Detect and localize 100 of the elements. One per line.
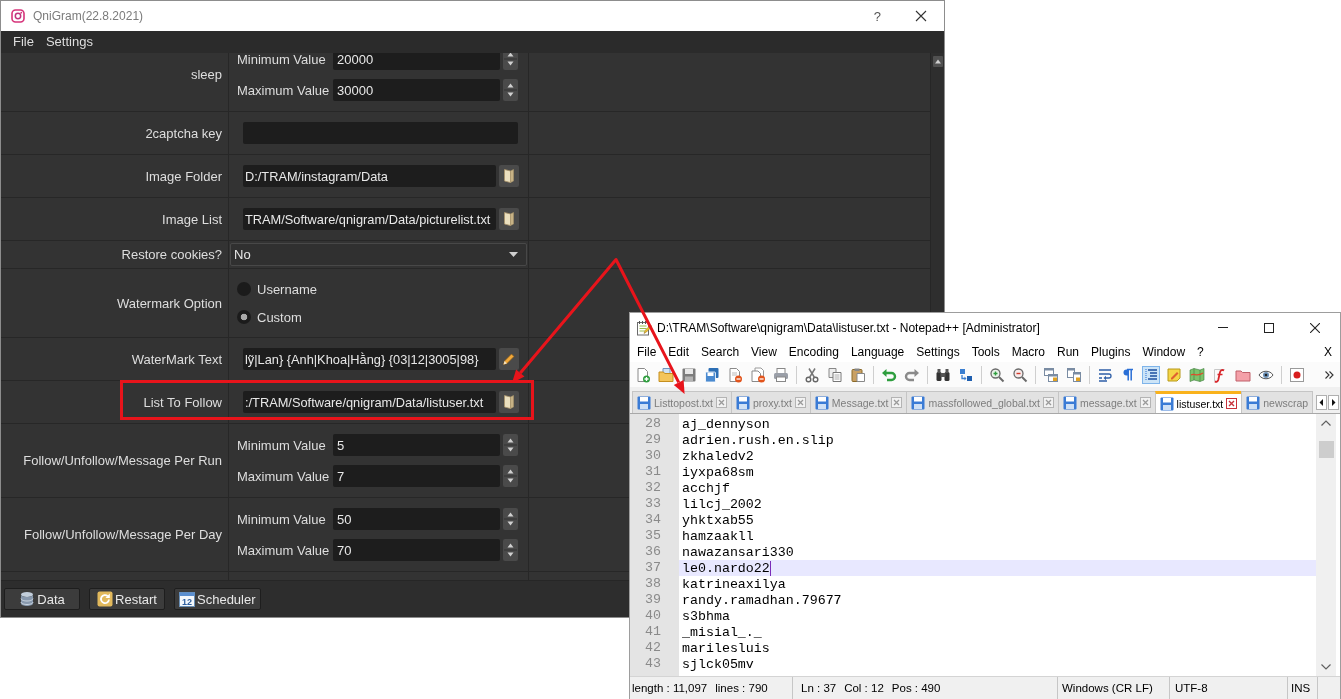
zoom-out-icon[interactable] (1011, 365, 1029, 384)
line-number: 28 (644, 416, 662, 432)
line-number: 40 (644, 608, 662, 624)
number-field[interactable]: 7 (333, 465, 500, 487)
spin-arrows-icon[interactable] (503, 53, 518, 70)
menu-item[interactable]: Settings (39, 33, 99, 51)
menu-item[interactable]: Plugins (1085, 345, 1137, 359)
menu-item[interactable]: Window (1136, 345, 1192, 359)
menu-item[interactable]: File (7, 33, 40, 51)
spin-arrows-icon[interactable] (503, 79, 518, 101)
setting-label: List To Follow (143, 394, 222, 410)
setting-label: 2captcha key (145, 125, 222, 141)
menu-item[interactable]: Language (844, 345, 911, 359)
scroll-thumb[interactable] (1318, 441, 1334, 458)
field-label: Minimum Value (237, 511, 327, 527)
menu-item[interactable]: Search (695, 345, 746, 359)
line-number: 38 (644, 576, 662, 592)
editor-line: yhktxab55 (682, 512, 754, 528)
help-button[interactable]: ? (870, 8, 884, 24)
database-icon (19, 591, 36, 607)
field-label: Minimum Value (237, 437, 327, 453)
number-field[interactable]: 50 (333, 508, 500, 530)
menu-item[interactable]: Run (1051, 345, 1086, 359)
close-icon[interactable] (915, 10, 927, 22)
line-number: 41 (644, 624, 662, 640)
line-number: 36 (644, 544, 662, 560)
setting-label: Image Folder (145, 168, 222, 184)
setting-label: Follow/Unfollow/Message Per Day (24, 527, 222, 542)
menu-item[interactable]: Encoding (782, 345, 845, 359)
number-field[interactable]: 20000 (333, 53, 500, 70)
editor-line: zkhaledv2 (682, 448, 754, 464)
menu-item[interactable]: Macro (1005, 345, 1051, 359)
sticky-note-icon[interactable] (1165, 365, 1183, 384)
map-icon[interactable] (1188, 365, 1206, 384)
radio-button[interactable] (237, 282, 251, 296)
path-field[interactable]: TRAM/Software/qnigram/Data/picturelist.txt (243, 208, 496, 230)
path-field[interactable]: :/TRAM/Software/qnigram/Data/listuser.txt (243, 391, 496, 413)
close-tab-icon[interactable] (1226, 398, 1238, 409)
browse-button[interactable] (499, 165, 519, 187)
status-text: Ln : 37 (801, 682, 837, 694)
indent-guide-icon[interactable] (1142, 365, 1160, 384)
editor-line: marilesluis (682, 640, 770, 656)
double-chevron-icon[interactable] (1325, 370, 1334, 379)
editor-line: nawazansari330 (682, 544, 794, 560)
setting-label: Restore cookies? (121, 247, 222, 262)
printer-icon[interactable] (772, 365, 790, 384)
scheduler-button[interactable]: 12 Scheduler (174, 588, 261, 610)
file-tab[interactable]: listuser.txt (1154, 391, 1243, 413)
record-icon[interactable] (1288, 365, 1306, 384)
scrollbar[interactable] (1316, 414, 1336, 676)
radio-button[interactable] (237, 310, 251, 324)
data-button[interactable]: Data (4, 588, 80, 610)
number-field[interactable]: 5 (333, 434, 500, 456)
editor-line: katrineaxilya (682, 576, 786, 592)
line-number: 30 (644, 448, 662, 464)
number-field[interactable]: 70 (333, 539, 500, 561)
zoom-in-icon[interactable] (988, 365, 1006, 384)
spin-arrows-icon[interactable] (503, 508, 518, 530)
restart-button[interactable]: Restart (89, 588, 165, 610)
camera-icon (11, 9, 25, 23)
text-field[interactable]: lỹ|Lan} {Anh|Khoa|Hằng} {03|12|3005|98} (243, 348, 496, 370)
radio-label[interactable]: Username (257, 281, 317, 297)
documents-minus-icon[interactable] (749, 365, 767, 384)
editor-line: iyxpa68sm (682, 464, 754, 480)
editor-line: adrien.rush.en.slip (682, 432, 834, 448)
line-number: 34 (644, 512, 662, 528)
window-title: D:\TRAM\Software\qnigram\Data\listuser.txt - Notepad++ [Administrator] (657, 320, 1040, 335)
menu-item[interactable]: ? (1191, 345, 1210, 359)
line-number: 31 (644, 464, 662, 480)
editor-line: _misial_._ (682, 624, 762, 640)
status-text: INS (1291, 682, 1311, 694)
windows-lock-icon[interactable] (1042, 365, 1060, 384)
editor-line: aj_dennyson (682, 416, 770, 432)
windows-lock-icon[interactable] (1065, 365, 1083, 384)
spin-arrows-icon[interactable] (503, 434, 518, 456)
refresh-icon (97, 591, 114, 607)
copy-icon[interactable] (826, 365, 844, 384)
menu-item[interactable]: Tools (965, 345, 1006, 359)
scroll-up-icon[interactable] (932, 56, 943, 67)
path-field[interactable]: D:/TRAM/instagram/Data (243, 165, 496, 187)
spin-arrows-icon[interactable] (503, 465, 518, 487)
dropdown-arrow-icon[interactable] (509, 252, 518, 257)
scissors-icon[interactable] (803, 365, 821, 384)
maximize-icon[interactable] (1264, 322, 1274, 333)
document-minus-icon[interactable] (726, 365, 744, 384)
floppy-disks-icon[interactable] (703, 365, 721, 384)
editor-line: s3bhma (682, 608, 730, 624)
browse-button[interactable] (499, 208, 519, 230)
menu-item[interactable]: View (745, 345, 783, 359)
dropdown[interactable]: No (230, 243, 527, 266)
field-label: Maximum Value (237, 82, 331, 98)
editor-line: le0.nardo22 (682, 560, 771, 576)
close-document-button[interactable]: X (1324, 345, 1332, 359)
spin-arrows-icon[interactable] (503, 539, 518, 561)
number-field[interactable]: 30000 (333, 79, 500, 101)
line-number: 43 (644, 656, 662, 672)
radio-label[interactable]: Custom (257, 309, 302, 325)
browse-button[interactable] (499, 391, 519, 413)
close-icon[interactable] (1310, 322, 1320, 333)
menu-item[interactable]: Settings (910, 345, 966, 359)
